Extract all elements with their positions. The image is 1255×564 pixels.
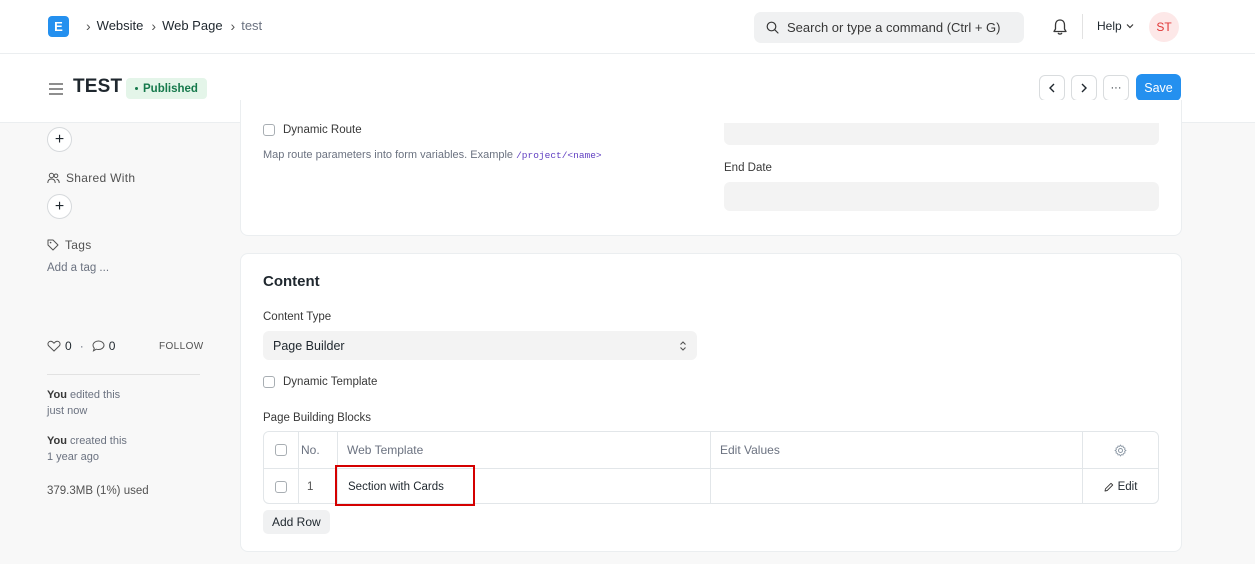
chevron-left-icon: [1049, 83, 1055, 93]
dynamic-route-field: Dynamic Route: [263, 124, 362, 136]
dynamic-route-description: Map route parameters into form variables…: [263, 149, 602, 161]
content-section-card: [240, 253, 1182, 552]
row-checkbox[interactable]: [275, 480, 287, 493]
header-no: No.: [299, 432, 338, 468]
save-button[interactable]: Save: [1136, 74, 1181, 101]
app-logo[interactable]: E: [48, 16, 69, 37]
activity-item: You created this 1 year ago: [47, 433, 127, 465]
end-date-label: End Date: [724, 162, 772, 174]
breadcrumb-current[interactable]: test: [241, 18, 262, 33]
row-edit-button[interactable]: Edit: [1083, 469, 1158, 503]
table-header-row: No. Web Template Edit Values: [264, 432, 1158, 468]
search-icon: [766, 21, 779, 34]
pencil-icon: [1104, 482, 1113, 491]
status-dot: [135, 87, 138, 90]
dynamic-route-label: Dynamic Route: [283, 124, 362, 136]
sidebar-divider: [47, 374, 200, 375]
search-input[interactable]: [787, 20, 1017, 35]
like-count: 0: [65, 339, 72, 353]
add-share-button[interactable]: +: [47, 194, 72, 219]
comment-count: 0: [108, 339, 116, 353]
content-type-select[interactable]: Page Builder: [263, 331, 697, 360]
description-example: /project/<name>: [516, 150, 602, 161]
status-badge: Published: [126, 78, 207, 99]
activity-item: You edited this just now: [47, 387, 120, 419]
breadcrumb-website[interactable]: Website: [97, 18, 144, 33]
comment-icon[interactable]: [92, 340, 105, 352]
help-dropdown[interactable]: Help: [1097, 19, 1134, 33]
header-web-template: Web Template: [338, 432, 711, 468]
chevron-down-icon: [1126, 24, 1134, 29]
next-button[interactable]: [1071, 75, 1097, 101]
chevron-right-icon: [1081, 83, 1087, 93]
select-all-cell: [264, 432, 299, 468]
users-icon: [47, 172, 60, 184]
web-template-cell[interactable]: Section with Cards: [338, 469, 711, 503]
edit-label: Edit: [1117, 480, 1138, 493]
top-navbar: E › Website › Web Page › test Help ST: [0, 0, 1255, 54]
header-edit-values: Edit Values: [711, 432, 1083, 468]
add-row-button[interactable]: Add Row: [263, 510, 330, 534]
plus-icon: +: [54, 130, 65, 148]
select-arrows-icon: [680, 340, 686, 351]
activity-time: 1 year ago: [47, 451, 99, 463]
navbar-divider: [1082, 14, 1083, 39]
storage-usage: 379.3MB (1%) used: [47, 485, 149, 497]
edit-values-cell[interactable]: [711, 469, 1083, 503]
row-select-cell: [264, 469, 299, 503]
tag-icon: [47, 239, 59, 251]
follow-button[interactable]: FOLLOW: [159, 341, 204, 352]
more-actions-button[interactable]: ···: [1103, 75, 1129, 101]
dynamic-template-label: Dynamic Template: [283, 376, 378, 388]
add-tag-link[interactable]: Add a tag ...: [47, 262, 109, 274]
content-heading: Content: [263, 273, 320, 290]
gear-icon[interactable]: [1114, 444, 1127, 457]
activity-action: created this: [70, 435, 127, 447]
like-comment-counts: 0 · 0: [47, 339, 115, 353]
previous-button[interactable]: [1039, 75, 1065, 101]
content-type-value: Page Builder: [273, 338, 345, 353]
tags-label: Tags: [47, 238, 92, 252]
status-text: Published: [143, 82, 198, 95]
count-separator: ·: [79, 339, 84, 353]
shared-with-label: Shared With: [47, 171, 135, 185]
chevron-right-icon: ›: [151, 17, 157, 34]
page-title: TEST: [73, 76, 123, 97]
end-date-input[interactable]: [724, 182, 1159, 211]
breadcrumb: › Website › Web Page › test: [82, 18, 262, 33]
dynamic-template-checkbox[interactable]: [263, 376, 275, 388]
dynamic-route-checkbox[interactable]: [263, 124, 275, 136]
select-all-checkbox[interactable]: [275, 444, 287, 456]
activity-actor: You: [47, 435, 67, 447]
shared-with-text: Shared With: [66, 171, 136, 185]
tags-text: Tags: [65, 238, 92, 252]
start-date-input[interactable]: [724, 123, 1159, 145]
search-bar[interactable]: [754, 12, 1024, 43]
activity-time: just now: [47, 405, 88, 417]
bell-icon[interactable]: [1050, 17, 1070, 37]
menu-icon[interactable]: [48, 82, 64, 96]
description-text: Map route parameters into form variables…: [263, 149, 517, 161]
chevron-right-icon: ›: [86, 17, 91, 34]
activity-action: edited this: [70, 389, 121, 401]
activity-actor: You: [47, 389, 67, 401]
route-section-card: [240, 100, 1182, 236]
page-building-blocks-table: No. Web Template Edit Values 1 Section w…: [263, 431, 1159, 504]
content-type-label: Content Type: [263, 311, 332, 323]
row-number: 1: [299, 469, 338, 503]
dynamic-template-field: Dynamic Template: [263, 376, 377, 388]
add-assignment-button[interactable]: +: [47, 127, 72, 152]
heart-icon[interactable]: [47, 340, 61, 352]
column-settings-cell: [1083, 432, 1158, 468]
chevron-right-icon: ›: [230, 17, 236, 34]
help-label: Help: [1097, 19, 1122, 33]
table-row[interactable]: 1 Section with Cards Edit: [264, 468, 1158, 503]
avatar[interactable]: ST: [1149, 12, 1179, 42]
breadcrumb-web-page[interactable]: Web Page: [162, 18, 222, 33]
plus-icon: +: [54, 197, 65, 215]
page-building-blocks-label: Page Building Blocks: [263, 412, 372, 424]
